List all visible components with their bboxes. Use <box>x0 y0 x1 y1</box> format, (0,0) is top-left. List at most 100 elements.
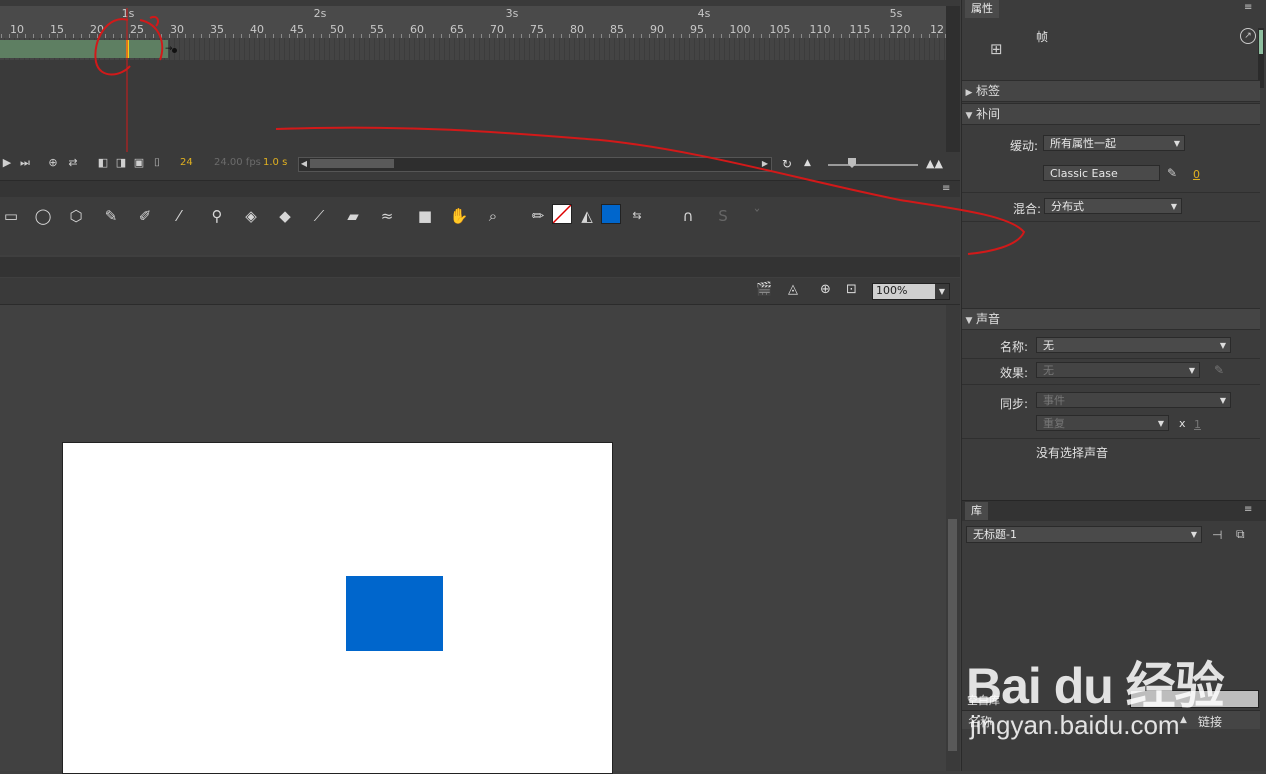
panel-menu-icon[interactable]: ≡ <box>1244 504 1252 515</box>
ruler-frame-label: 100 <box>729 23 751 36</box>
keyframe-dot[interactable] <box>172 48 177 53</box>
sound-name-select[interactable]: 无 ▼ <box>1036 337 1231 353</box>
snap-magnet-icon[interactable]: ∩ <box>677 205 699 227</box>
zoom-select[interactable]: 100% ▼ <box>872 283 950 300</box>
rectangle-tool-icon[interactable]: ▭ <box>0 205 22 227</box>
stage-vertical-scrollbar[interactable] <box>946 305 960 771</box>
pin-icon[interactable]: ⊣ <box>1212 528 1222 542</box>
clip-stage-icon[interactable]: ⊡ <box>846 282 857 297</box>
zoom-in-icon[interactable]: ▲▲ <box>926 157 943 170</box>
chevron-down-icon: ▼ <box>1170 202 1177 211</box>
sound-sync-value: 事件 <box>1043 394 1065 407</box>
brush-tool-icon[interactable]: ⁄ <box>168 205 190 227</box>
chevron-down-icon[interactable]: ▼ <box>935 284 949 299</box>
frame-rate[interactable]: 24.00 fps <box>214 157 261 168</box>
paint-brush-tool-icon[interactable]: ✐ <box>134 205 156 227</box>
scrollbar-thumb[interactable] <box>948 519 957 751</box>
panel-menu-icon[interactable]: ≡ <box>1244 2 1252 13</box>
width-tool-icon[interactable]: ≈ <box>376 205 398 227</box>
divider <box>962 192 1260 193</box>
tools-panel-header: ≡ <box>0 180 960 197</box>
tools-panel: ▭ ◯ ⬡ ✎ ✐ ⁄ ⚲ ◈ ◆ ⟋ ▰ ≈ ■ ✋ ⌕ ✏ ◭ ⇆ ∩ S … <box>0 197 960 255</box>
oval-tool-icon[interactable]: ◯ <box>32 205 54 227</box>
frame-type-icon: ⊞ <box>990 40 1003 58</box>
camera-icon[interactable]: ■ <box>414 205 436 227</box>
hand-tool-icon[interactable]: ✋ <box>448 205 470 227</box>
current-frame[interactable]: 24 <box>180 157 193 168</box>
properties-scrollbar[interactable] <box>1258 28 1264 88</box>
sound-effect-value: 无 <box>1043 364 1054 377</box>
timeline-vertical-scrollbar[interactable] <box>946 6 960 152</box>
panel-menu-icon[interactable] <box>944 0 960 6</box>
sound-effect-label: 效果: <box>1000 366 1029 380</box>
onion-skin-icon[interactable]: ◧ <box>96 157 110 169</box>
section-sound[interactable]: ▼ 声音 <box>962 308 1260 330</box>
section-labels[interactable]: ▶ 标签 <box>962 80 1260 102</box>
blend-select[interactable]: 分布式 ▼ <box>1044 198 1182 214</box>
edit-envelope-icon: ✎ <box>1214 363 1225 377</box>
library-document-value: 无标题-1 <box>973 528 1017 541</box>
scrollbar-thumb[interactable] <box>1259 30 1263 54</box>
eyedropper-icon[interactable]: ⟋ <box>308 205 330 227</box>
help-icon[interactable]: ↗ <box>1240 28 1256 44</box>
divider <box>962 438 1260 439</box>
play-icon[interactable]: ▶ <box>0 157 14 169</box>
timeline-zoom-slider[interactable] <box>828 164 918 166</box>
sound-sync-select: 事件 ▼ <box>1036 392 1231 408</box>
ink-bottle-icon[interactable]: ◆ <box>274 205 296 227</box>
center-stage-icon[interactable]: ⊕ <box>820 282 831 297</box>
fill-color-swatch[interactable] <box>601 204 621 224</box>
repeat-x: x <box>1179 417 1186 430</box>
blue-rectangle-shape[interactable] <box>346 576 443 651</box>
timeline-ruler[interactable]: 1s 2s 3s 4s 5s 10 15 20 25 30 35 40 45 5… <box>0 6 946 39</box>
no-sound-text: 没有选择声音 <box>1036 446 1109 460</box>
chevron-down-icon: ▼ <box>1188 366 1195 375</box>
divider <box>962 358 1260 359</box>
paint-bucket-icon[interactable]: ◈ <box>240 205 262 227</box>
edit-multiple-frames-icon[interactable]: ▣ <box>132 157 146 169</box>
section-sound-title: 声音 <box>976 312 1001 326</box>
ease-amount[interactable]: 0 <box>1193 168 1200 181</box>
tab-library[interactable]: 库 <box>965 502 988 520</box>
edit-symbols-icon[interactable]: ◬ <box>788 282 798 297</box>
tab-properties[interactable]: 属性 <box>965 0 999 18</box>
stage-canvas[interactable] <box>62 442 613 774</box>
library-panel-header <box>962 500 1266 521</box>
section-tween[interactable]: ▼ 补间 <box>962 103 1260 125</box>
scroll-right-icon[interactable]: ▶ <box>760 157 770 170</box>
elapsed-time[interactable]: 1.0 s <box>263 157 287 168</box>
pencil-tool-icon[interactable]: ✎ <box>100 205 122 227</box>
loop-icon[interactable]: ⇄ <box>66 157 80 169</box>
scroll-left-icon[interactable]: ◀ <box>299 157 309 170</box>
center-frame-icon[interactable]: ⊕ <box>46 157 60 169</box>
polystar-tool-icon[interactable]: ⬡ <box>65 205 87 227</box>
new-library-panel-icon[interactable]: ⧉ <box>1236 527 1245 542</box>
ease-preset-button[interactable]: Classic Ease <box>1043 165 1160 181</box>
zoom-out-icon[interactable]: ▲ <box>804 158 816 170</box>
stroke-color-swatch[interactable] <box>552 204 572 224</box>
fill-color-icon[interactable]: ◭ <box>576 205 598 227</box>
chevron-down-icon: ▼ <box>1219 396 1226 405</box>
playhead[interactable] <box>126 40 129 58</box>
edit-scene-icon[interactable]: 🎬 <box>756 282 772 297</box>
stroke-color-icon[interactable]: ✏ <box>527 205 549 227</box>
edit-ease-icon[interactable]: ✎ <box>1167 166 1177 180</box>
caret-down-icon: ▼ <box>965 316 973 326</box>
ease-select[interactable]: 所有属性一起 ▼ <box>1043 135 1185 151</box>
onion-outline-icon[interactable]: ◨ <box>114 157 128 169</box>
panel-menu-icon[interactable]: ≡ <box>942 183 950 194</box>
last-frame-icon[interactable]: ⏭ <box>18 157 32 169</box>
sound-name-label: 名称: <box>1000 340 1029 354</box>
onion-markers-icon[interactable]: ⌷ <box>150 157 164 169</box>
bone-tool-icon[interactable]: ⚲ <box>206 205 228 227</box>
scrollbar-thumb[interactable] <box>310 159 394 168</box>
smooth-icon: S <box>718 207 728 225</box>
library-document-select[interactable]: 无标题-1 ▼ <box>966 526 1202 543</box>
ruler-second-label: 3s <box>505 7 519 20</box>
reset-icon[interactable]: ↻ <box>782 157 796 171</box>
section-labels-title: 标签 <box>976 84 1001 98</box>
swap-colors-icon[interactable]: ⇆ <box>626 205 648 227</box>
tween-span[interactable] <box>0 40 168 58</box>
eraser-icon[interactable]: ▰ <box>342 205 364 227</box>
zoom-tool-icon[interactable]: ⌕ <box>482 205 504 227</box>
